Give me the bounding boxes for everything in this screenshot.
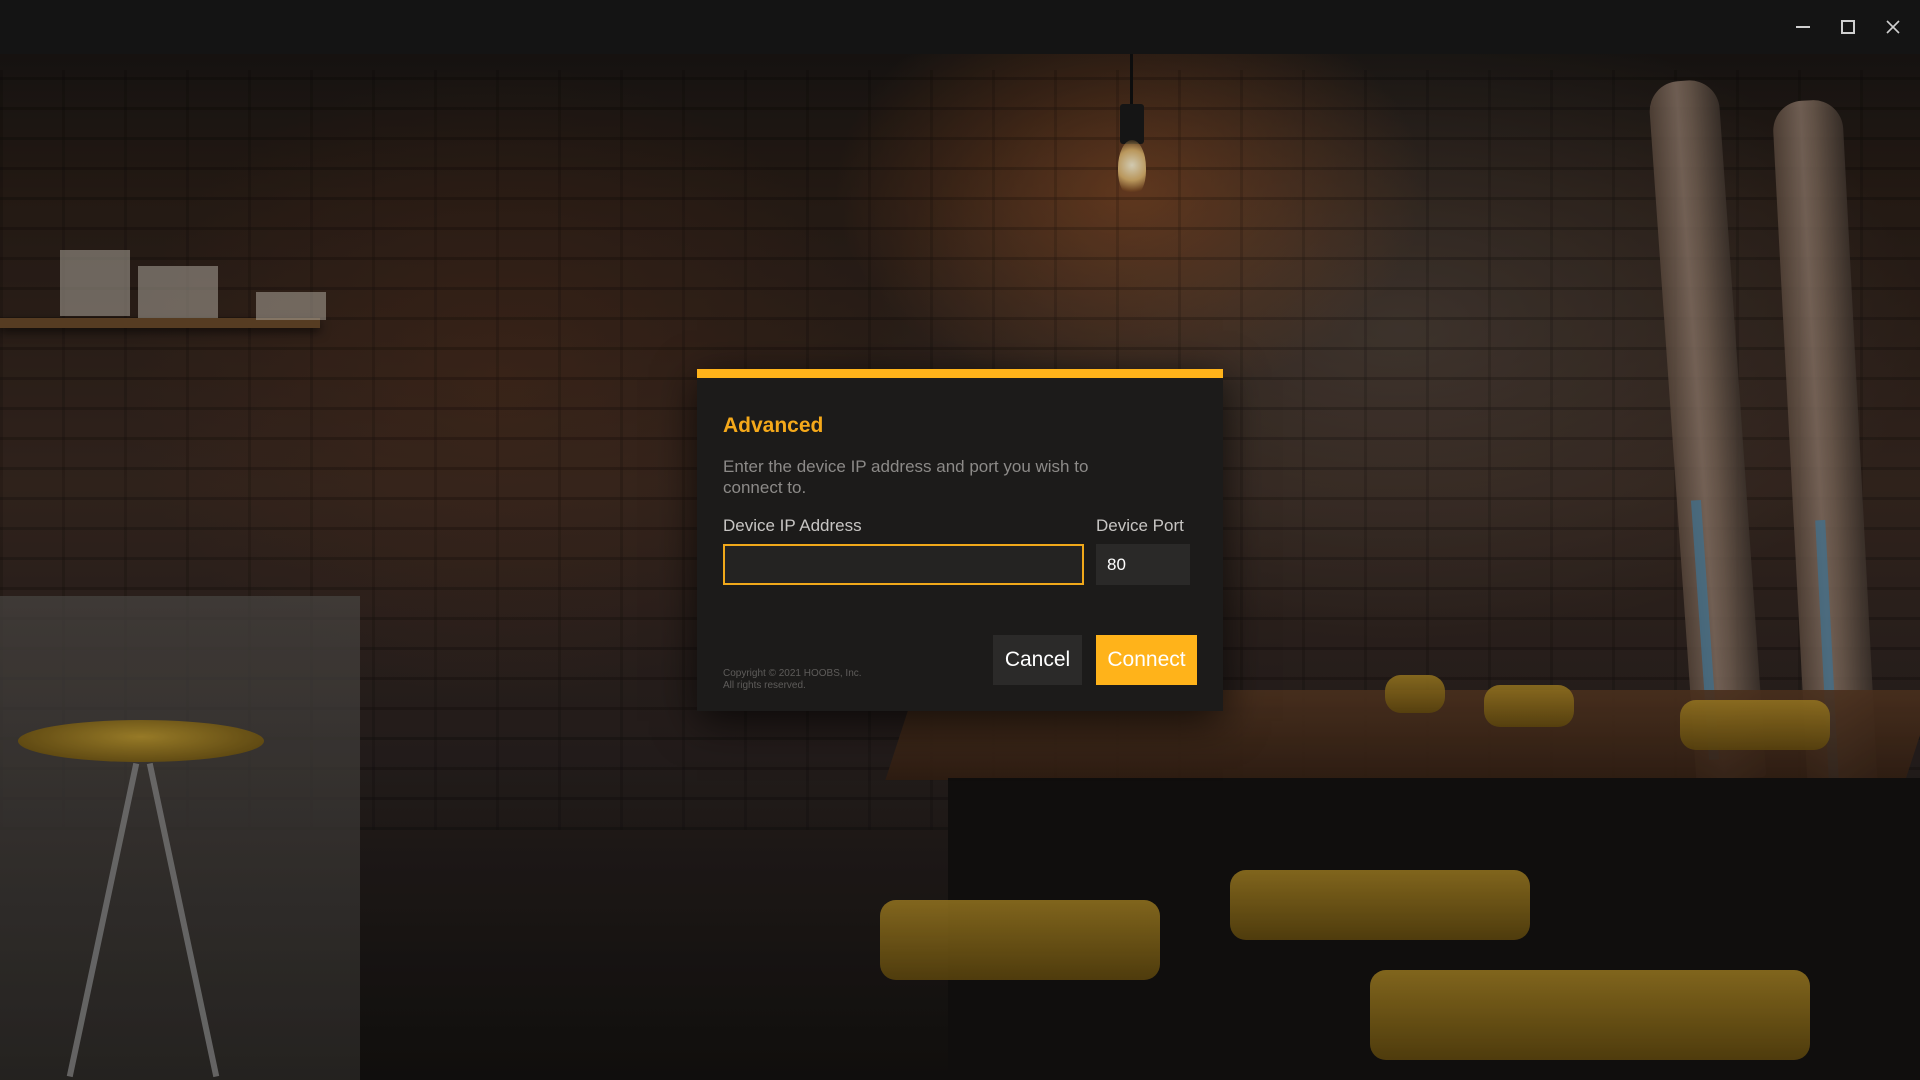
minimize-icon (1796, 26, 1810, 28)
advanced-dialog: Advanced Enter the device IP address and… (697, 369, 1223, 711)
cancel-button[interactable]: Cancel (993, 635, 1082, 685)
copyright-line: Copyright © 2021 HOOBS, Inc. (723, 668, 862, 679)
ip-address-input[interactable] (723, 544, 1084, 585)
ip-address-label: Device IP Address (723, 516, 862, 535)
connect-button[interactable]: Connect (1096, 635, 1197, 685)
minimize-button[interactable] (1783, 8, 1823, 46)
dialog-title: Advanced (723, 414, 824, 437)
app-window: Advanced Enter the device IP address and… (0, 0, 1920, 1080)
rights-line: All rights reserved. (723, 680, 806, 691)
close-icon (1886, 20, 1900, 34)
copyright-notice: Copyright © 2021 HOOBS, Inc. All rights … (723, 668, 862, 692)
dialog-description: Enter the device IP address and port you… (723, 457, 1089, 497)
port-label: Device Port (1096, 516, 1184, 535)
title-bar (0, 0, 1920, 54)
port-input[interactable] (1096, 544, 1190, 585)
close-button[interactable] (1873, 8, 1913, 46)
maximize-icon (1841, 20, 1855, 34)
maximize-button[interactable] (1828, 8, 1868, 46)
